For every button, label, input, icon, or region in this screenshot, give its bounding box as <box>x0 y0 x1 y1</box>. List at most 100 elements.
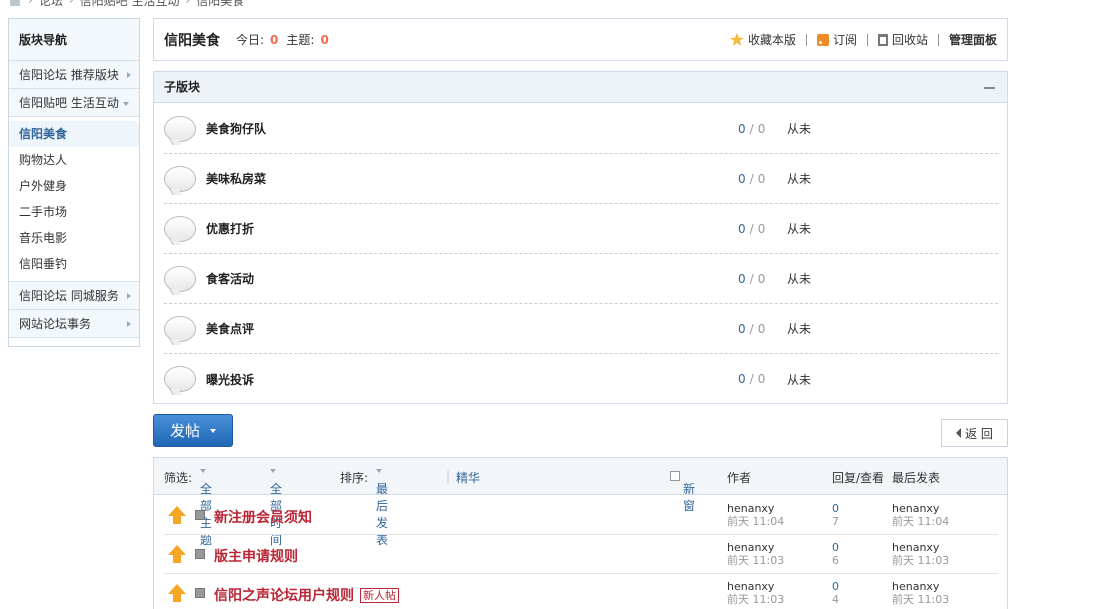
filter-label: 筛选: <box>164 471 193 485</box>
thread-list: 筛选: 全部主题 全部时间 排序: 最后发表 | 精华 新窗 作者 回复/查看 … <box>153 457 1008 609</box>
subforum-last-post: 从未 <box>787 172 812 186</box>
thread-checkbox[interactable] <box>195 549 205 559</box>
sidebar-item-food[interactable]: 信阳美食 <box>9 121 139 147</box>
page-title: 信阳美食 <box>164 32 220 49</box>
breadcrumb-category[interactable]: 信阳贴吧 生活互动 <box>80 0 180 9</box>
collapse-icon[interactable] <box>984 87 995 89</box>
subscribe-button[interactable]: 订阅 <box>807 33 868 46</box>
topics-stat: 主题: 0 <box>286 33 329 47</box>
sidebar-cat-recommended[interactable]: 信阳论坛 推荐版块 <box>9 61 139 89</box>
subforum-last-post: 从未 <box>787 222 812 236</box>
sidebar-cat-site[interactable]: 网站论坛事务 <box>9 310 139 338</box>
new-post-button[interactable]: 发帖 <box>153 414 233 447</box>
favorite-button[interactable]: 收藏本版 <box>720 33 807 46</box>
new-user-badge: 新人帖 <box>360 588 399 603</box>
sidebar-cat-label: 信阳论坛 推荐版块 <box>19 68 119 82</box>
subforum-count: 0/0 <box>738 372 766 386</box>
home-icon[interactable] <box>8 0 22 6</box>
subforum-box: 子版块 美食狗仔队 0/0 从未 美味私房菜 0/0 从未 优惠打折 0/0 从… <box>153 71 1008 404</box>
back-button[interactable]: 返 回 <box>941 419 1008 447</box>
chevron-right-icon <box>127 293 131 299</box>
subforum-link[interactable]: 曝光投诉 <box>206 371 506 388</box>
sidebar-cat-life[interactable]: 信阳贴吧 生活互动 <box>9 89 139 117</box>
pinned-arrow-icon <box>168 545 186 563</box>
sidebar-item-music-movie[interactable]: 音乐电影 <box>9 225 139 251</box>
col-author: 作者 <box>727 471 752 485</box>
speech-bubble-icon <box>164 115 196 142</box>
thread-last-post: henanxy 前天 11:04 <box>892 502 950 528</box>
rss-icon <box>816 33 829 46</box>
sidebar-cat-label: 网站论坛事务 <box>19 317 92 331</box>
breadcrumb: › 论坛 › 信阳贴吧 生活互动 › 信阳美食 <box>8 0 244 8</box>
sort-select[interactable]: 最后发表 <box>376 469 388 547</box>
pinned-arrow-icon <box>168 584 186 602</box>
subforum-row: 食客活动 0/0 从未 <box>164 254 998 304</box>
forum-header: 信阳美食 今日: 0 主题: 0 收藏本版 订阅 回收站 管理面板 <box>153 18 1008 61</box>
sidebar-title: 版块导航 <box>9 19 139 61</box>
thread-title[interactable]: 信阳之声论坛用户规则 新人帖 <box>214 585 399 605</box>
subforum-last-post: 从未 <box>787 322 812 336</box>
thread-title[interactable]: 新注册会员须知 <box>214 507 312 527</box>
topics-count: 0 <box>320 33 329 47</box>
filter-digest[interactable]: 精华 <box>456 469 480 486</box>
subforum-link[interactable]: 优惠打折 <box>206 220 506 237</box>
recycle-bin-button[interactable]: 回收站 <box>868 33 939 46</box>
subforum-link[interactable]: 美味私房菜 <box>206 170 506 187</box>
sidebar-item-shopping[interactable]: 购物达人 <box>9 147 139 173</box>
subforum-row: 美食点评 0/0 从未 <box>164 304 998 354</box>
trash-icon <box>877 33 888 46</box>
today-stat: 今日: 0 <box>236 33 279 47</box>
sidebar-cat-label: 信阳贴吧 生活互动 <box>19 96 119 110</box>
thread-checkbox[interactable] <box>195 510 205 520</box>
sidebar-item-outdoor[interactable]: 户外健身 <box>9 173 139 199</box>
col-last-post: 最后发表 <box>892 471 941 485</box>
subforum-last-post: 从未 <box>787 122 812 136</box>
thread-last-post: henanxy 前天 11:03 <box>892 541 950 567</box>
caret-down-icon <box>210 428 216 433</box>
thread-counts: 07 <box>832 502 839 528</box>
filter-all-topics[interactable]: 全部主题 <box>200 469 212 547</box>
breadcrumb-forum[interactable]: 论坛 <box>39 0 63 9</box>
subforum-count: 0/0 <box>738 271 766 286</box>
thread-checkbox[interactable] <box>195 588 205 598</box>
caret-down-icon <box>200 469 206 473</box>
col-replies: 回复/查看 <box>832 471 885 485</box>
subforum-header: 子版块 <box>154 72 1007 103</box>
caret-down-icon <box>376 469 382 473</box>
subforum-count: 0/0 <box>738 171 766 186</box>
subforum-link[interactable]: 美食狗仔队 <box>206 120 506 137</box>
thread-title[interactable]: 版主申请规则 <box>214 546 298 566</box>
admin-panel-link[interactable]: 管理面板 <box>939 34 997 46</box>
new-window-toggle[interactable]: 新窗 <box>670 469 695 513</box>
speech-bubble-icon <box>164 315 196 342</box>
subforum-row: 曝光投诉 0/0 从未 <box>164 354 998 404</box>
pinned-arrow-icon <box>168 506 186 524</box>
breadcrumb-current[interactable]: 信阳美食 <box>196 0 244 9</box>
table-row: 信阳之声论坛用户规则 新人帖 henanxy 前天 11:03 04 henanxy… <box>164 574 998 609</box>
today-count: 0 <box>270 33 279 47</box>
filter-all-time[interactable]: 全部时间 <box>270 469 282 547</box>
subforum-link[interactable]: 美食点评 <box>206 320 506 337</box>
subforum-row: 优惠打折 0/0 从未 <box>164 204 998 254</box>
subforum-last-post: 从未 <box>787 372 812 387</box>
sidebar-item-fishing[interactable]: 信阳垂钓 <box>9 251 139 277</box>
thread-last-post: henanxy 前天 11:03 <box>892 580 950 606</box>
sidebar-cat-city[interactable]: 信阳论坛 同城服务 <box>9 282 139 310</box>
speech-bubble-icon <box>164 215 196 242</box>
table-row: 新注册会员须知 henanxy 前天 11:04 07 henanxy 前天 11:… <box>164 496 998 535</box>
subforum-last-post: 从未 <box>787 272 812 286</box>
sidebar-item-secondhand[interactable]: 二手市场 <box>9 199 139 225</box>
star-icon <box>729 33 744 46</box>
thread-author: henanxy 前天 11:04 <box>727 502 785 528</box>
header-actions: 收藏本版 订阅 回收站 管理面板 <box>720 33 997 46</box>
chevron-down-icon <box>123 102 129 106</box>
subforum-count: 0/0 <box>738 121 766 136</box>
subforum-count: 0/0 <box>738 321 766 336</box>
sidebar-nav: 版块导航 信阳论坛 推荐版块 信阳贴吧 生活互动 信阳美食 购物达人 户外健身 … <box>8 18 140 347</box>
subforum-title: 子版块 <box>164 80 201 94</box>
subforum-link[interactable]: 食客活动 <box>206 270 506 287</box>
chevron-right-icon <box>127 321 131 327</box>
checkbox-icon <box>670 471 680 481</box>
speech-bubble-icon <box>164 265 196 292</box>
thread-counts: 06 <box>832 541 839 567</box>
